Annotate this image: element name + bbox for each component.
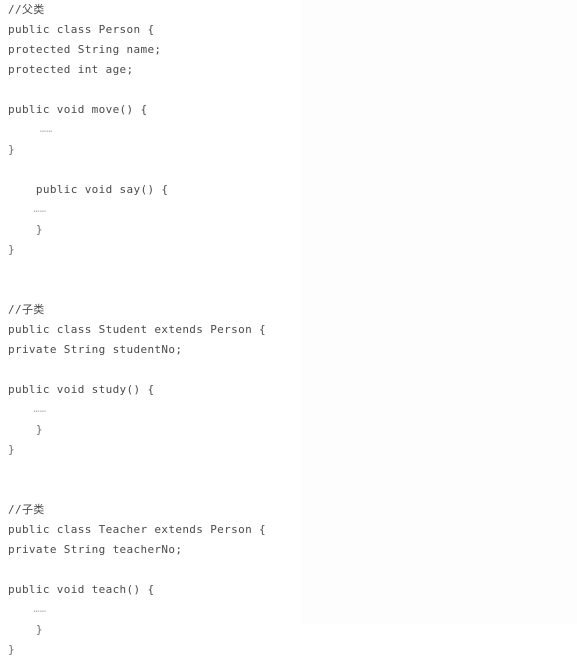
code-line: protected int age; (8, 63, 134, 76)
code-line: public void say() { (8, 183, 169, 196)
code-line: //父类 (8, 3, 45, 16)
code-line: private String studentNo; (8, 343, 183, 356)
code-line: public void move() { (8, 103, 148, 116)
code-lines-container: //父类 public class Person { protected Strin… (0, 0, 577, 660)
code-line: //子类 (8, 503, 45, 516)
code-line: //子类 (8, 303, 45, 316)
code-line: } (8, 643, 15, 656)
code-line: public class Person { (8, 23, 155, 36)
code-line: } (8, 443, 15, 456)
code-line: public class Student extends Person { (8, 323, 266, 336)
code-line: } (8, 223, 43, 236)
code-line: public void study() { (8, 383, 155, 396)
code-listing: //父类 public class Person { protected Strin… (0, 0, 577, 656)
code-line: public void teach() { (8, 583, 155, 596)
code-line: public class Teacher extends Person { (8, 523, 266, 536)
code-line: } (8, 623, 43, 636)
code-line: } (8, 143, 15, 156)
code-line: …… (8, 124, 53, 135)
code-line: …… (8, 604, 47, 615)
code-line: protected String name; (8, 43, 162, 56)
code-line: } (8, 423, 43, 436)
code-line: } (8, 243, 15, 256)
code-line: private String teacherNo; (8, 543, 183, 556)
code-line: …… (8, 204, 47, 215)
code-line: …… (8, 404, 47, 415)
